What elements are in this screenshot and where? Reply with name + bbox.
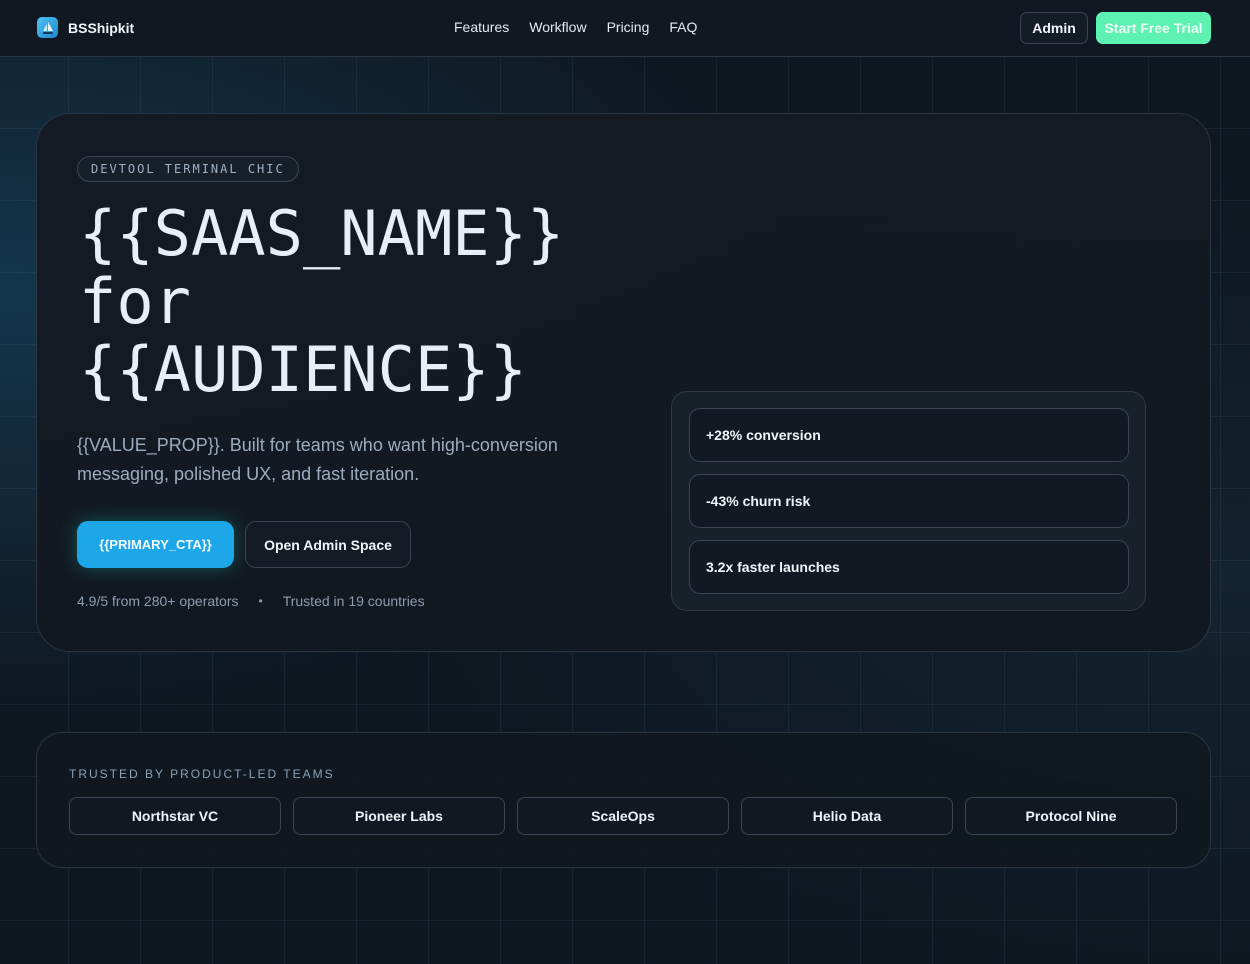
brand[interactable]: BSShipkit <box>37 17 134 38</box>
sailboat-logo-icon <box>37 17 58 38</box>
logo-scaleops: ScaleOps <box>517 797 729 835</box>
open-admin-space-button[interactable]: Open Admin Space <box>245 521 411 568</box>
rating-text: 4.9/5 from 280+ operators <box>77 593 239 609</box>
trusted-countries-text: Trusted in 19 countries <box>282 593 425 609</box>
nav-link-faq[interactable]: FAQ <box>669 19 697 35</box>
logo-protocol-nine: Protocol Nine <box>965 797 1177 835</box>
nav-link-workflow[interactable]: Workflow <box>529 19 586 35</box>
value-proposition: {{VALUE_PROP}}. Built for teams who want… <box>77 435 558 484</box>
hero-headline: {{SAAS_NAME}} for {{AUDIENCE}} <box>79 200 679 404</box>
top-nav: BSShipkit Features Workflow Pricing FAQ … <box>0 0 1250 57</box>
headline-line-3: {{AUDIENCE}} <box>79 333 527 406</box>
nav-link-pricing[interactable]: Pricing <box>607 19 650 35</box>
logo-northstar-vc: Northstar VC <box>69 797 281 835</box>
customer-logos: Northstar VC Pioneer Labs ScaleOps Helio… <box>69 797 1177 835</box>
metric-conversion: +28% conversion <box>689 408 1129 462</box>
headline-line-1: {{SAAS_NAME}} <box>79 197 565 270</box>
primary-cta-button[interactable]: {{PRIMARY_CTA}} <box>77 521 234 568</box>
nav-link-features[interactable]: Features <box>454 19 509 35</box>
metric-churn-risk: -43% churn risk <box>689 474 1129 528</box>
logo-helio-data: Helio Data <box>741 797 953 835</box>
trusted-title: TRUSTED BY PRODUCT-LED TEAMS <box>69 767 335 781</box>
admin-button[interactable]: Admin <box>1020 12 1088 44</box>
social-proof: 4.9/5 from 280+ operators • Trusted in 1… <box>77 593 425 609</box>
logo-pioneer-labs: Pioneer Labs <box>293 797 505 835</box>
separator-dot: • <box>258 594 263 608</box>
metrics-panel: +28% conversion -43% churn risk 3.2x fas… <box>671 391 1146 611</box>
trusted-by-section: TRUSTED BY PRODUCT-LED TEAMS Northstar V… <box>36 732 1211 868</box>
brand-name: BSShipkit <box>68 19 135 36</box>
hero-card: DEVTOOL TERMINAL CHIC {{SAAS_NAME}} for … <box>36 113 1211 652</box>
headline-line-2: for <box>79 265 191 338</box>
hero-badge: DEVTOOL TERMINAL CHIC <box>77 156 299 182</box>
start-free-trial-button[interactable]: Start Free Trial <box>1096 12 1211 44</box>
metric-faster-launches: 3.2x faster launches <box>689 540 1129 594</box>
nav-links: Features Workflow Pricing FAQ <box>454 19 697 35</box>
